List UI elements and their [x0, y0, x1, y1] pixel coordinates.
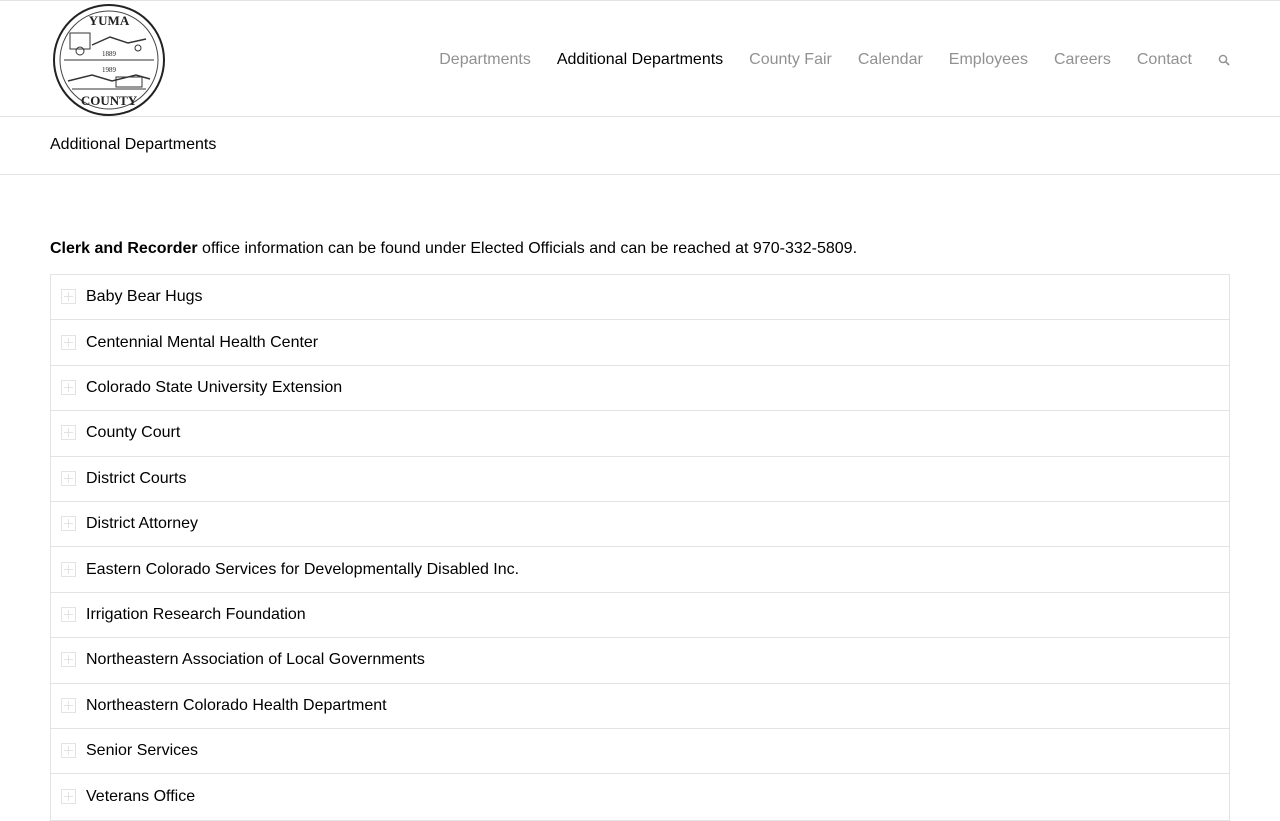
- plus-icon: [61, 516, 76, 532]
- intro-bold: Clerk and Recorder: [50, 240, 198, 257]
- accordion-item-label: Centennial Mental Health Center: [86, 333, 319, 351]
- accordion-item[interactable]: Colorado State University Extension: [51, 366, 1229, 412]
- title-bar: Additional Departments: [0, 117, 1280, 175]
- nav-item-contact[interactable]: Contact: [1124, 1, 1205, 118]
- main-nav: Departments Additional Departments Count…: [426, 1, 1230, 119]
- accordion-item-label: Senior Services: [86, 742, 199, 760]
- nav-item-label: Careers: [1053, 50, 1111, 68]
- search-icon: [1218, 54, 1230, 66]
- county-seal-logo[interactable]: YUMA COUNTY 1889 1989: [52, 3, 166, 117]
- plus-icon: [61, 334, 76, 350]
- nav-item-careers[interactable]: Careers: [1041, 1, 1124, 118]
- nav-item-label: Contact: [1136, 50, 1192, 68]
- accordion-item-label: Colorado State University Extension: [86, 378, 343, 396]
- accordion-item-label: Veterans Office: [86, 787, 196, 805]
- plus-icon: [61, 743, 76, 759]
- logo-year-1: 1889: [102, 50, 117, 58]
- accordion-item[interactable]: County Court: [51, 411, 1229, 457]
- nav-item-employees[interactable]: Employees: [936, 1, 1041, 118]
- nav-item-label: Calendar: [857, 50, 923, 68]
- accordion-item[interactable]: District Courts: [51, 457, 1229, 502]
- nav-item-additional-departments[interactable]: Additional Departments: [543, 1, 737, 119]
- accordion-item-label: Baby Bear Hugs: [86, 288, 203, 306]
- plus-icon: [61, 697, 76, 713]
- intro-paragraph: Clerk and Recorder office information ca…: [50, 239, 857, 258]
- nav-item-calendar[interactable]: Calendar: [845, 1, 936, 118]
- accordion-item[interactable]: Northeastern Association of Local Govern…: [51, 638, 1229, 684]
- accordion-item[interactable]: Senior Services: [51, 729, 1229, 775]
- logo-year-2: 1989: [102, 66, 117, 74]
- accordion-item-label: County Court: [86, 424, 181, 442]
- plus-icon: [61, 289, 76, 305]
- accordion-item-label: Eastern Colorado Services for Developmen…: [86, 560, 520, 578]
- site-header: YUMA COUNTY 1889 1989 Departments Additi…: [0, 0, 1280, 119]
- accordion-item-label: District Courts: [86, 469, 187, 487]
- accordion-item[interactable]: Baby Bear Hugs: [51, 275, 1229, 321]
- page-title[interactable]: Additional Departments: [50, 136, 216, 154]
- plus-icon: [61, 652, 76, 668]
- plus-icon: [61, 379, 76, 395]
- accordion-item[interactable]: Northeastern Colorado Health Department: [51, 684, 1229, 729]
- logo-text-top: YUMA: [89, 13, 130, 28]
- nav-item-label: County Fair: [749, 50, 832, 68]
- accordion-item-label: Northeastern Association of Local Govern…: [86, 651, 425, 669]
- accordion-item[interactable]: Irrigation Research Foundation: [51, 593, 1229, 639]
- nav-item-label: Employees: [948, 50, 1028, 68]
- search-button[interactable]: [1205, 1, 1230, 118]
- accordion-item-label: District Attorney: [86, 515, 199, 533]
- plus-icon: [61, 561, 76, 577]
- accordion-item[interactable]: Veterans Office: [51, 774, 1229, 819]
- accordion-item-label: Irrigation Research Foundation: [86, 605, 306, 623]
- nav-item-label: Departments: [439, 50, 531, 68]
- nav-item-county-fair[interactable]: County Fair: [736, 1, 845, 118]
- plus-icon: [61, 788, 76, 804]
- logo-text-bottom: COUNTY: [81, 93, 138, 108]
- accordion-item[interactable]: Eastern Colorado Services for Developmen…: [51, 547, 1229, 593]
- nav-item-departments[interactable]: Departments: [426, 1, 544, 118]
- nav-item-label: Additional Departments: [556, 50, 724, 68]
- intro-text: office information can be found under El…: [197, 240, 858, 257]
- departments-accordion: Baby Bear Hugs Centennial Mental Health …: [50, 274, 1230, 821]
- plus-icon: [61, 470, 76, 486]
- plus-icon: [61, 606, 76, 622]
- accordion-item[interactable]: Centennial Mental Health Center: [51, 320, 1229, 366]
- accordion-item-label: Northeastern Colorado Health Department: [86, 696, 387, 714]
- accordion-item[interactable]: District Attorney: [51, 502, 1229, 548]
- plus-icon: [61, 425, 76, 441]
